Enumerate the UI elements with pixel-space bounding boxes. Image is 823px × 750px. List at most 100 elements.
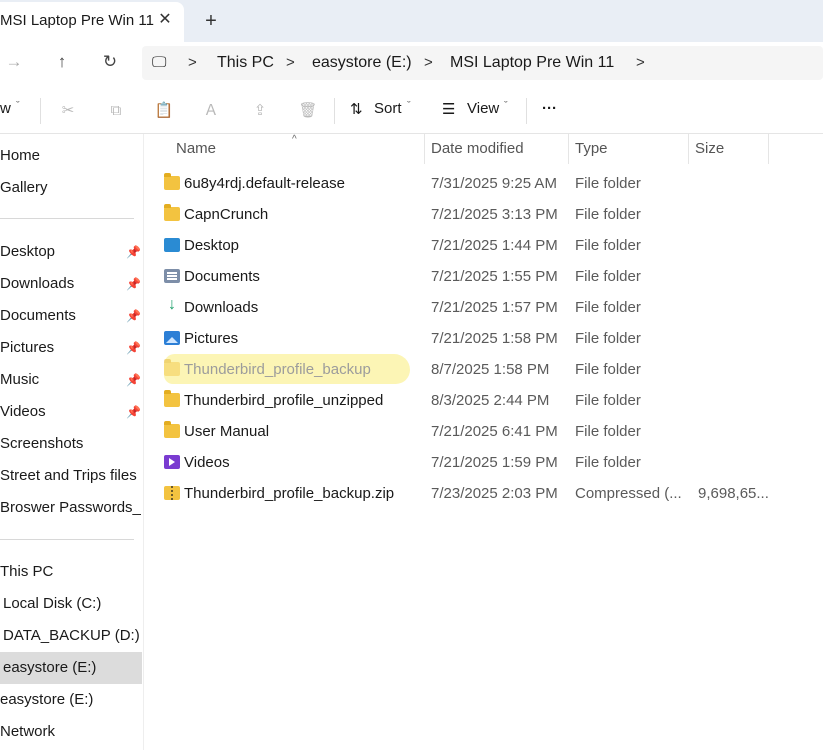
breadcrumb-chevron-icon[interactable]: > [636,54,645,71]
breadcrumb-msi-laptop[interactable]: MSI Laptop Pre Win 11 [450,54,614,72]
sidebar-item-label: Downloads [0,275,75,292]
sidebar-item-label: Street and Trips files [0,467,137,484]
cut-icon[interactable]: ✂ [57,100,79,122]
sidebar-item-home[interactable]: Home [0,140,142,172]
sidebar-item-easystore-e-selected[interactable]: easystore (E:) [0,652,142,684]
file-row[interactable]: Videos 7/21/2025 1:59 PM File folder [146,447,823,478]
downloads-folder-icon: ↓ [168,296,176,313]
column-header-size[interactable]: Size [695,140,724,157]
file-size: 9,698,65... [698,485,769,502]
file-date: 7/21/2025 1:58 PM [431,330,558,347]
file-name: Thunderbird_profile_backup.zip [184,485,395,502]
breadcrumb-chevron-icon[interactable]: > [188,54,197,71]
forward-icon[interactable]: → [2,50,26,74]
sidebar-item-easystore-e[interactable]: easystore (E:) [0,684,142,716]
sort-icon[interactable]: ⇅ [350,100,363,122]
sidebar-item-videos[interactable]: Videos 📌 [0,396,142,428]
pin-icon: 📌 [126,341,141,355]
file-row[interactable]: Thunderbird_profile_unzipped 8/3/2025 2:… [146,385,823,416]
close-tab-icon[interactable]: ✕ [155,10,175,30]
file-row[interactable]: Thunderbird_profile_backup.zip 7/23/2025… [146,478,823,509]
file-list: ^ Name Date modified Type Size 6u8y4rdj.… [146,134,823,750]
new-caret-icon[interactable]: ˇ [16,100,20,122]
file-row[interactable]: ↓ Downloads 7/21/2025 1:57 PM File folde… [146,292,823,323]
breadcrumb-easystore[interactable]: easystore (E:) [312,54,412,72]
sidebar-item-desktop[interactable]: Desktop 📌 [0,236,142,268]
sidebar-item-label: easystore (E:) [0,691,94,708]
sidebar-item-screenshots[interactable]: Screenshots [0,428,142,460]
sidebar-item-music[interactable]: Music 📌 [0,364,142,396]
sidebar-item-label: Gallery [0,179,48,196]
sidebar-item-browser-passwords[interactable]: Broswer Passwords_Bo [0,492,142,524]
file-row[interactable]: User Manual 7/21/2025 6:41 PM File folde… [146,416,823,447]
sidebar-item-local-disk-c[interactable]: Local Disk (C:) [0,588,142,620]
file-row-highlighted[interactable]: Thunderbird_profile_backup 8/7/2025 1:58… [146,354,823,385]
pin-icon: 📌 [126,405,141,419]
column-resize-handle[interactable] [768,134,769,164]
this-pc-icon[interactable]: 🖵 [152,54,166,71]
view-caret-icon[interactable]: ˇ [504,100,508,122]
documents-folder-icon [164,269,180,283]
column-resize-handle[interactable] [688,134,689,164]
navigation-bar: → ↑ ↻ 🖵 > This PC > easystore (E:) > MSI… [0,42,823,82]
column-header-type[interactable]: Type [575,140,608,157]
sidebar-item-this-pc[interactable]: This PC [0,556,142,588]
rename-icon[interactable]: Ａ [200,100,222,122]
sidebar-item-downloads[interactable]: Downloads 📌 [0,268,142,300]
delete-icon[interactable]: 🗑 [297,100,319,122]
tab-msi-laptop[interactable]: MSI Laptop Pre Win 11 ✕ [0,2,184,42]
new-button[interactable]: w [0,100,11,122]
refresh-icon[interactable]: ↻ [98,50,122,74]
file-type: File folder [575,423,641,440]
column-header-date[interactable]: Date modified [431,140,524,157]
sidebar-item-gallery[interactable]: Gallery [0,172,142,204]
file-type: Compressed (... [575,485,682,502]
file-type: File folder [575,330,641,347]
file-row[interactable]: Desktop 7/21/2025 1:44 PM File folder [146,230,823,261]
file-type: File folder [575,237,641,254]
file-name: User Manual [184,423,270,440]
sidebar-item-network[interactable]: Network [0,716,142,748]
view-icon[interactable]: ☰ [442,100,455,122]
sort-caret-icon[interactable]: ˇ [407,100,411,122]
desktop-folder-icon [164,238,180,252]
breadcrumb-chevron-icon[interactable]: > [286,54,295,71]
sidebar-item-data-backup-d[interactable]: DATA_BACKUP (D:) [0,620,142,652]
sort-ascending-icon: ^ [292,134,297,145]
videos-folder-icon [164,455,180,469]
address-bar[interactable]: 🖵 > This PC > easystore (E:) > MSI Lapto… [142,46,823,80]
file-row[interactable]: CapnCrunch 7/21/2025 3:13 PM File folder [146,199,823,230]
sort-button[interactable]: Sort [374,100,402,122]
up-icon[interactable]: ↑ [50,50,74,74]
file-date: 8/7/2025 1:58 PM [431,361,550,378]
file-row[interactable]: Pictures 7/21/2025 1:58 PM File folder [146,323,823,354]
sidebar-item-pictures[interactable]: Pictures 📌 [0,332,142,364]
file-row[interactable]: Documents 7/21/2025 1:55 PM File folder [146,261,823,292]
folder-icon [164,421,180,438]
new-tab-icon[interactable]: + [200,10,222,32]
file-name: Pictures [184,330,239,347]
pin-icon: 📌 [126,277,141,291]
paste-icon[interactable]: 📋 [153,100,175,122]
sidebar-item-documents[interactable]: Documents 📌 [0,300,142,332]
sidebar-item-street-and-trips[interactable]: Street and Trips files [0,460,142,492]
view-button[interactable]: View [467,100,499,122]
column-header-name[interactable]: Name [176,140,216,157]
breadcrumb-this-pc[interactable]: This PC [217,54,274,72]
sidebar-item-label: Music [0,371,40,388]
more-options-icon[interactable]: ··· [542,100,557,122]
file-row[interactable]: 6u8y4rdj.default-release 7/31/2025 9:25 … [146,168,823,199]
file-date: 7/21/2025 3:13 PM [431,206,558,223]
sidebar-item-label: This PC [0,563,54,580]
sidebar-item-label: Desktop [0,243,56,260]
share-icon[interactable]: ⇪ [249,100,271,122]
breadcrumb-chevron-icon[interactable]: > [424,54,433,71]
file-date: 7/23/2025 2:03 PM [431,485,558,502]
file-type: File folder [575,299,641,316]
column-resize-handle[interactable] [424,134,425,164]
copy-icon[interactable]: ⧉ [105,100,127,122]
folder-icon [164,204,180,221]
column-resize-handle[interactable] [568,134,569,164]
folder-icon [164,390,180,407]
folder-icon [164,359,180,376]
